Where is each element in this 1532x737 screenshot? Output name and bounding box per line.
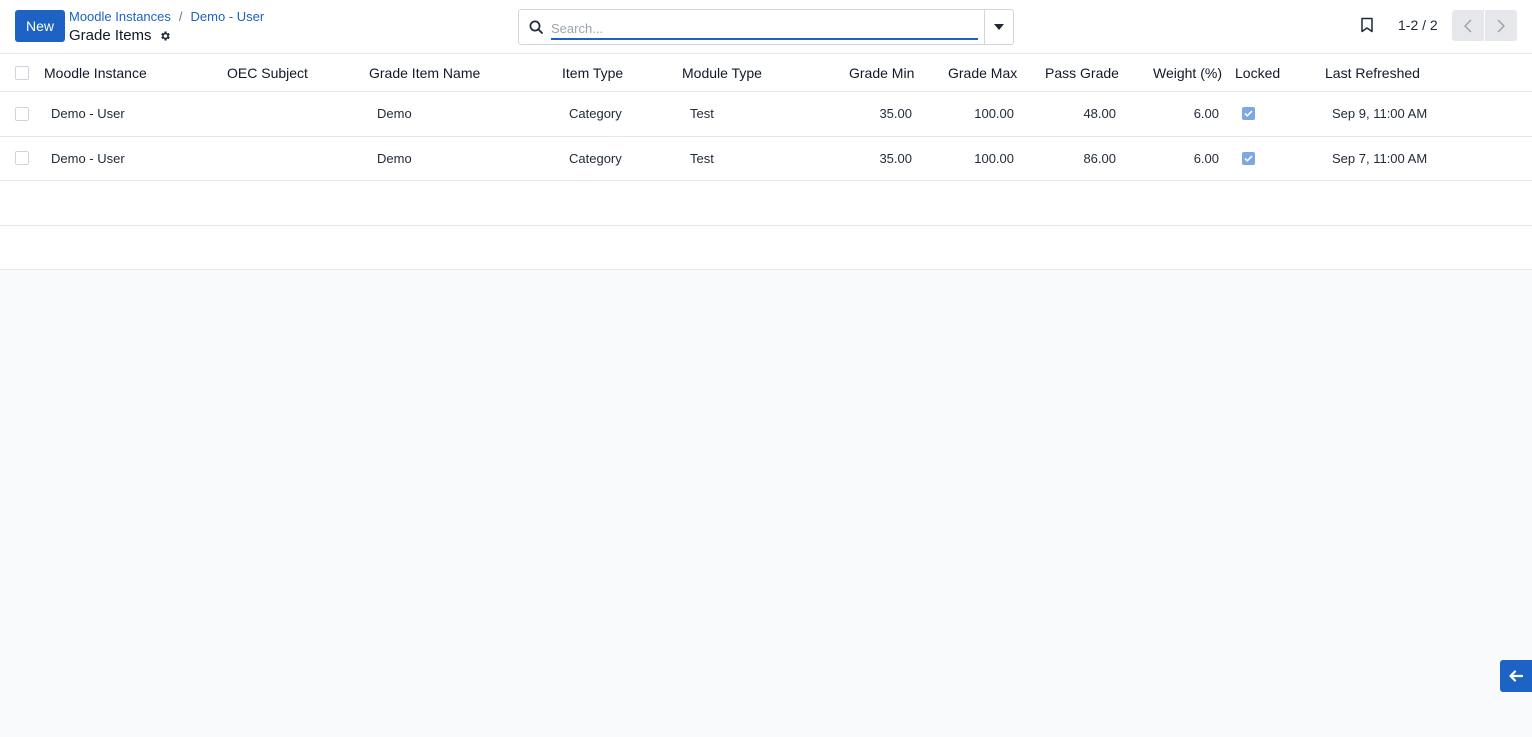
column-header-last-refreshed[interactable]: Last Refreshed: [1325, 54, 1420, 91]
column-header-moodle-instance[interactable]: Moodle Instance: [44, 54, 147, 91]
column-header-locked[interactable]: Locked: [1235, 54, 1280, 91]
breadcrumb-demo-user[interactable]: Demo - User: [191, 9, 265, 24]
column-header-oec-subject[interactable]: OEC Subject: [227, 54, 308, 91]
table-header: Moodle Instance OEC Subject Grade Item N…: [0, 54, 1532, 92]
column-header-grade-min[interactable]: Grade Min: [849, 54, 914, 91]
breadcrumb: Moodle Instances / Demo - User: [69, 9, 264, 24]
cell-grade-min: 35.00: [879, 150, 912, 166]
row-select-cell: [15, 137, 29, 181]
cell-item-type: Category: [569, 150, 622, 166]
cell-last-refreshed: Sep 7, 11:00 AM: [1332, 150, 1428, 166]
cell-module-type: Test: [690, 106, 714, 122]
cell-item-type: Category: [569, 106, 622, 122]
breadcrumb-separator: /: [178, 9, 183, 24]
grade-items-table: Moodle Instance OEC Subject Grade Item N…: [0, 54, 1532, 270]
search-options-toggle[interactable]: [984, 10, 1013, 44]
empty-row: [0, 181, 1532, 226]
search-icon: [529, 20, 543, 34]
cell-module-type: Test: [690, 150, 714, 166]
control-panel: New Moodle Instances / Demo - User Grade…: [0, 0, 1532, 54]
breadcrumb-moodle-instances[interactable]: Moodle Instances: [69, 9, 171, 24]
table-row[interactable]: Demo - User Demo Category Test 35.00 100…: [0, 92, 1532, 137]
cell-grade-item-name: Demo: [377, 106, 412, 122]
select-all-checkbox[interactable]: [15, 65, 29, 80]
pager-next-button[interactable]: [1485, 10, 1517, 41]
select-all-cell: [15, 54, 29, 91]
cell-grade-item-name: Demo: [377, 150, 412, 166]
chevron-left-icon: [1464, 18, 1472, 33]
chevron-right-icon: [1497, 18, 1505, 33]
cell-locked: [1242, 92, 1255, 136]
cell-locked: [1242, 137, 1255, 181]
cell-weight: 6.00: [1193, 150, 1219, 166]
column-header-grade-item-name[interactable]: Grade Item Name: [369, 54, 480, 91]
column-header-item-type[interactable]: Item Type: [562, 54, 623, 91]
arrow-left-icon: [1509, 670, 1523, 682]
row-checkbox[interactable]: [15, 151, 29, 166]
cell-moodle-instance: Demo - User: [51, 106, 125, 122]
column-header-grade-max[interactable]: Grade Max: [948, 54, 1017, 91]
cell-pass-grade: 86.00: [1083, 150, 1116, 166]
row-checkbox[interactable]: [15, 106, 29, 121]
cell-grade-max: 100.00: [974, 106, 1014, 122]
locked-checkbox: [1242, 151, 1255, 165]
row-select-cell: [15, 92, 29, 136]
empty-row: [0, 225, 1532, 270]
table-row[interactable]: Demo - User Demo Category Test 35.00 100…: [0, 136, 1532, 181]
new-button[interactable]: New: [15, 10, 65, 42]
cell-grade-min: 35.00: [879, 106, 912, 122]
locked-checkbox: [1242, 107, 1255, 121]
cell-grade-max: 100.00: [974, 150, 1014, 166]
pager-value[interactable]: 1-2 / 2: [1398, 17, 1438, 33]
search-input[interactable]: [551, 15, 978, 40]
bookmark-icon[interactable]: [1360, 17, 1374, 33]
pager-previous-button[interactable]: [1452, 10, 1484, 41]
check-icon: [1244, 110, 1253, 118]
column-header-weight[interactable]: Weight (%): [1153, 54, 1222, 91]
gear-icon[interactable]: [159, 30, 171, 42]
side-panel-toggle-button[interactable]: [1500, 660, 1532, 692]
column-header-module-type[interactable]: Module Type: [682, 54, 762, 91]
check-icon: [1244, 155, 1253, 162]
cell-moodle-instance: Demo - User: [51, 150, 125, 166]
page-title-wrap: Grade Items: [69, 27, 171, 44]
caret-down-icon: [994, 24, 1004, 30]
cell-weight: 6.00: [1193, 106, 1219, 122]
cell-last-refreshed: Sep 9, 11:00 AM: [1332, 106, 1428, 122]
cell-pass-grade: 48.00: [1083, 106, 1116, 122]
page-title: Grade Items: [69, 27, 152, 44]
column-header-pass-grade[interactable]: Pass Grade: [1045, 54, 1119, 91]
search-box: [518, 9, 1014, 45]
